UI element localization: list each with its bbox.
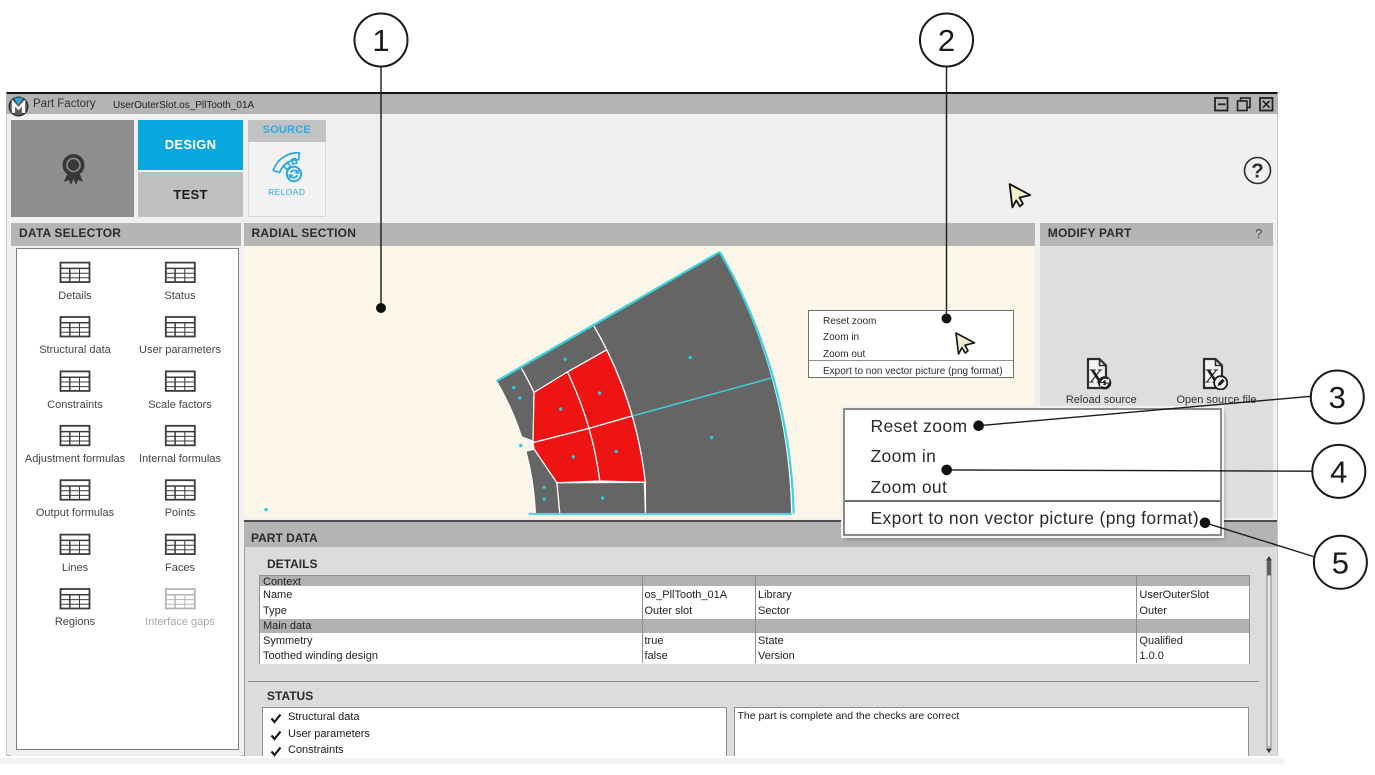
svg-text:2: 2 (938, 23, 955, 58)
svg-text:5: 5 (1332, 545, 1349, 580)
svg-text:4: 4 (1330, 454, 1347, 489)
svg-text:3: 3 (1329, 380, 1346, 415)
svg-text:1: 1 (372, 23, 389, 58)
